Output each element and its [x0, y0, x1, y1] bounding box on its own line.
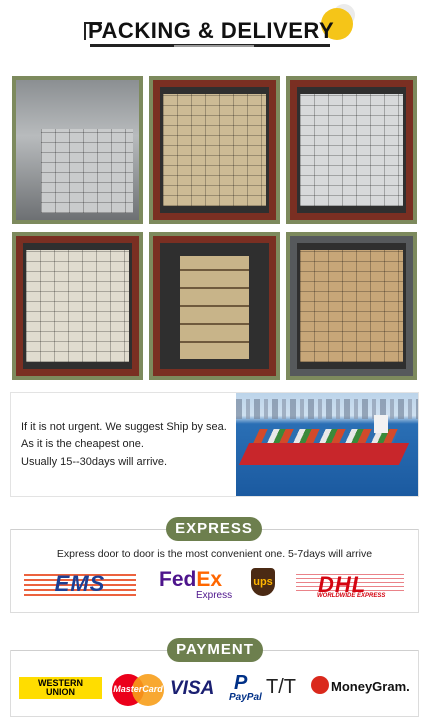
title-underline-dash: [174, 45, 254, 47]
sea-shipping-line-3: Usually 15--30days will arrive.: [21, 456, 168, 468]
ups-logo: ups: [251, 568, 275, 596]
warehouse-packed-boxes-photo: [16, 80, 139, 220]
express-description: Express door to door is the most conveni…: [56, 548, 373, 560]
photo-container-2: [286, 76, 417, 224]
photo-container-3: [12, 232, 143, 380]
photo-warehouse: [12, 76, 143, 224]
paypal-logo: PayPal: [229, 692, 262, 703]
page-title: PACKING & DELIVERY: [88, 18, 335, 43]
container-ship-photo: [236, 393, 418, 496]
moneygram-logo: MoneyGram.: [331, 679, 410, 694]
moneygram-icon: [311, 676, 329, 694]
photo-container-4: [149, 232, 280, 380]
mastercard-logo-text: MasterCard: [113, 684, 163, 694]
container-loaded-cartons-photo: [153, 80, 276, 220]
mastercard-logo: MasterCard: [112, 674, 164, 706]
fedex-express-label: Express: [196, 590, 233, 601]
western-union-logo: WESTERN UNION: [19, 677, 102, 699]
visa-logo: VISA: [170, 678, 215, 699]
sea-shipping-line-1: If it is not urgent. We suggest Ship by …: [21, 421, 227, 433]
photo-container-1: [149, 76, 280, 224]
dhl-worldwide-express-label: WORLDWIDE EXPRESS: [317, 593, 386, 599]
ems-logo: EMS: [54, 571, 106, 596]
fedex-logo: FedEx: [159, 568, 222, 592]
container-wrapped-cartons-photo: [290, 80, 413, 220]
fedex-logo-ex: Ex: [196, 568, 223, 591]
container-stacked-cartons-photo: [16, 236, 139, 376]
fedex-logo-fed: Fed: [159, 568, 197, 591]
sea-shipping-line-2: As it is the cheapest one.: [21, 438, 144, 450]
container-mixed-cartons-photo: [290, 236, 413, 376]
container-plywood-pallets-photo: [153, 236, 276, 376]
photo-container-5: [286, 232, 417, 380]
tt-logo: T/T: [266, 676, 296, 698]
